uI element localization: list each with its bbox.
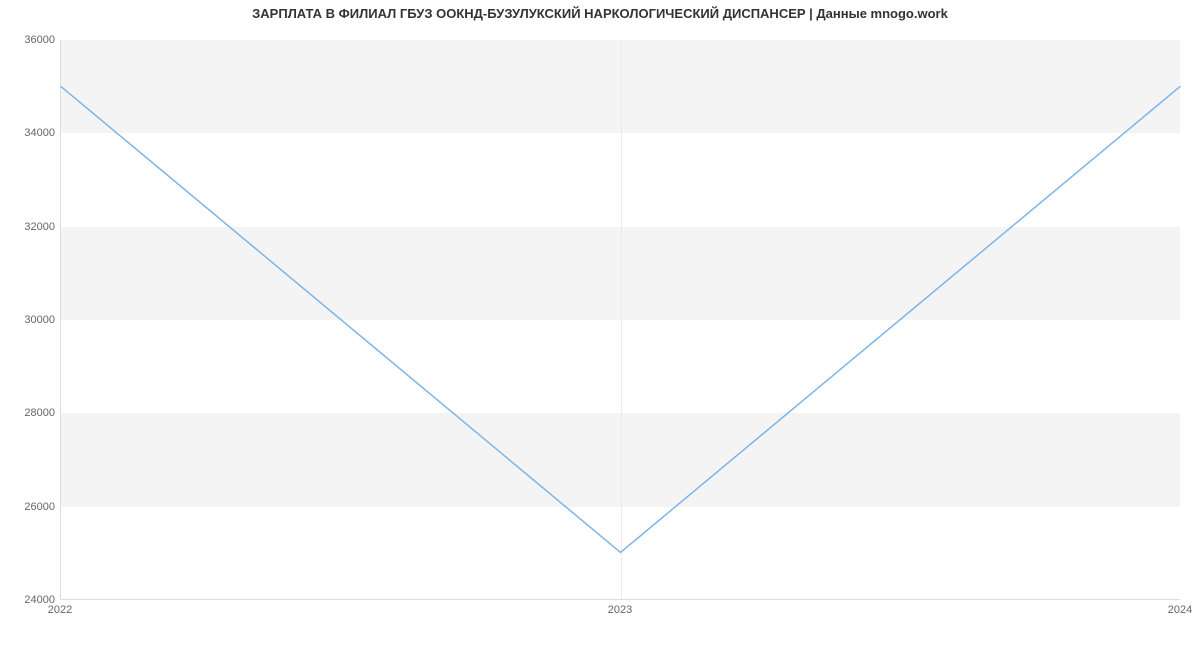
x-tick-label: 2024 [1168, 604, 1192, 616]
line-series [61, 40, 1180, 599]
chart-container: ЗАРПЛАТА В ФИЛИАЛ ГБУЗ ООКНД-БУЗУЛУКСКИЙ… [0, 0, 1200, 650]
x-tick-label: 2023 [608, 604, 632, 616]
chart-title: ЗАРПЛАТА В ФИЛИАЛ ГБУЗ ООКНД-БУЗУЛУКСКИЙ… [0, 6, 1200, 21]
y-tick-label: 30000 [5, 314, 55, 326]
y-tick-label: 26000 [5, 501, 55, 513]
plot-area [60, 40, 1180, 600]
y-tick-label: 36000 [5, 34, 55, 46]
y-tick-label: 32000 [5, 221, 55, 233]
y-tick-label: 28000 [5, 407, 55, 419]
y-tick-label: 34000 [5, 127, 55, 139]
x-tick-label: 2022 [48, 604, 72, 616]
